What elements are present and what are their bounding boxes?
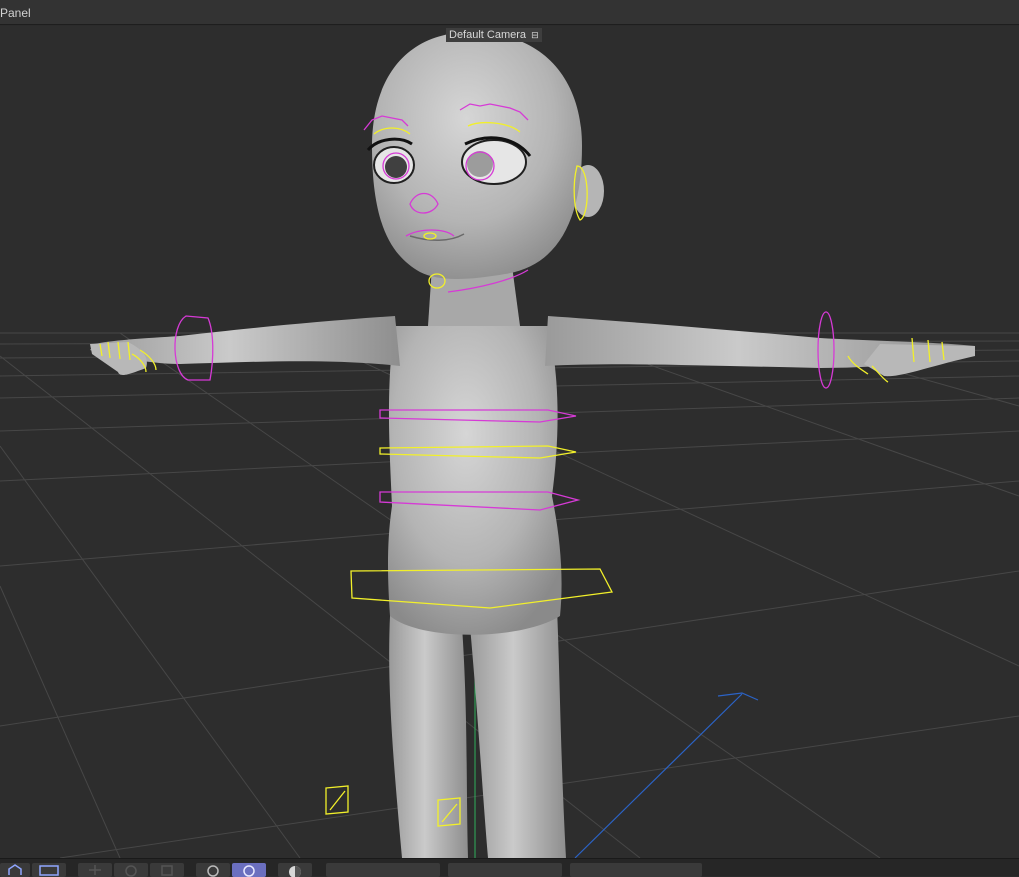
viewport-toolbar [0,858,1019,877]
home-icon [8,864,22,875]
toolbar-field-2[interactable] [448,863,562,877]
snap-button[interactable] [196,863,230,877]
scale-icon [161,865,173,876]
move-button[interactable] [78,863,112,877]
home-button[interactable] [0,863,30,877]
shading-icon [289,866,301,877]
move-icon [89,865,101,875]
z-axis-arrow [717,692,759,701]
active-snap-button[interactable] [232,863,266,877]
scale-button[interactable] [150,863,184,877]
snap-icon [207,865,219,877]
3d-viewport[interactable]: Default Camera ⊟ [0,26,1019,858]
z-axis-line [574,693,743,858]
panel-title-bar: Panel [0,0,1019,25]
rotate-icon [125,865,137,877]
frame-selection-icon [39,865,59,876]
toolbar-field-1[interactable] [326,863,440,877]
shading-button[interactable] [278,863,312,877]
camera-lock-icon[interactable]: ⊟ [531,30,539,40]
camera-label[interactable]: Default Camera ⊟ [446,28,542,42]
frame-selection-button[interactable] [32,863,66,877]
toolbar-field-3[interactable] [570,863,702,877]
character-mesh[interactable] [90,32,975,858]
panel-title: Panel [0,6,31,20]
camera-name: Default Camera [449,29,527,41]
rotate-button[interactable] [114,863,148,877]
viewport-scene[interactable] [0,26,1019,858]
active-snap-icon [243,865,255,877]
